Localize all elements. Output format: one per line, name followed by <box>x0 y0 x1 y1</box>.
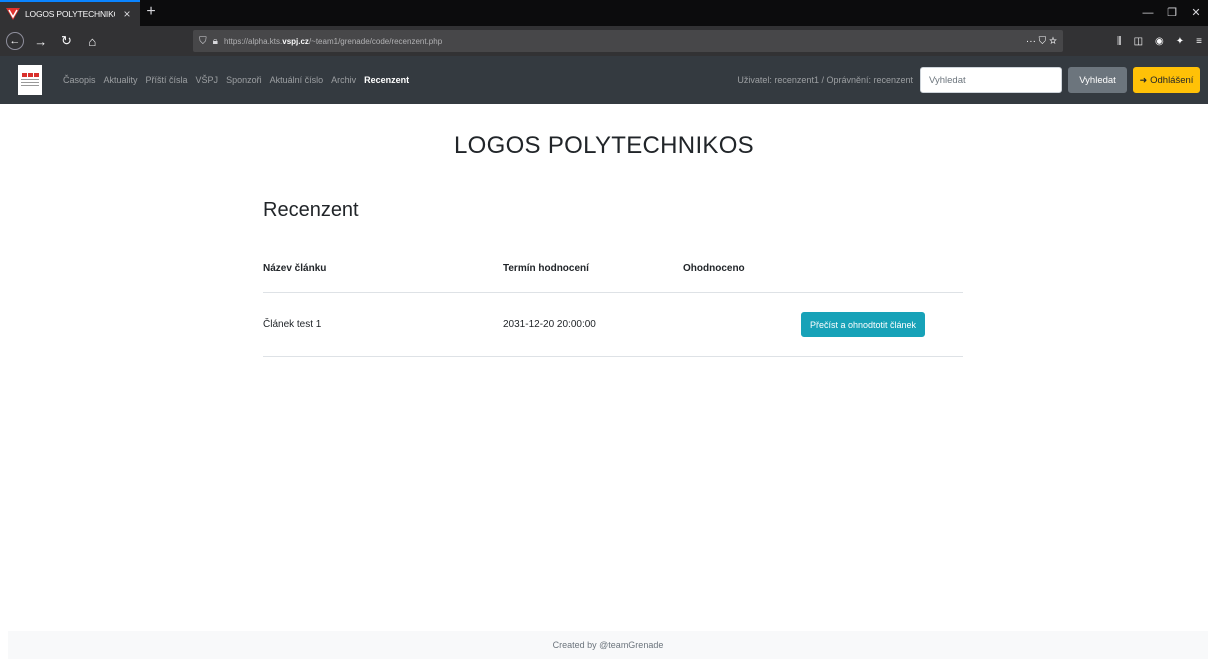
url-actions-icon[interactable]: ··· ⛉ ☆ <box>1026 36 1057 47</box>
cell-action: Přečíst a ohnodtotit článek <box>801 292 963 357</box>
extensions-icon[interactable]: ✦ <box>1176 36 1184 47</box>
nav-link-pristi-cisla[interactable]: Příští čísla <box>146 75 188 85</box>
tab-close-icon[interactable]: × <box>120 7 134 21</box>
url-text[interactable]: https://alpha.kts.vspj.cz/~team1/grenade… <box>224 37 1020 46</box>
restore-icon[interactable]: ❐ <box>1160 0 1184 26</box>
back-icon[interactable]: ← <box>6 32 24 50</box>
search-input[interactable] <box>920 67 1062 93</box>
section-heading: Recenzent <box>263 199 359 221</box>
tab-bar-spacer <box>162 0 1136 26</box>
reviewer-section: Recenzent Název článku Termín hodnocení … <box>263 199 963 357</box>
site-navbar: Časopis Aktuality Příští čísla VŠPJ Spon… <box>0 56 1208 104</box>
nav-link-archiv[interactable]: Archiv <box>331 75 356 85</box>
user-info: Uživatel: recenzent1 / Oprávnění: recenz… <box>737 75 913 85</box>
read-and-rate-button[interactable]: Přečíst a ohnodtotit článek <box>801 312 926 337</box>
minimize-icon[interactable]: — <box>1136 0 1160 26</box>
footer-text: Created by @teamGrenade <box>552 640 664 650</box>
logout-label: Odhlášení <box>1150 74 1194 86</box>
brand-logo[interactable] <box>18 65 42 95</box>
cell-deadline: 2031-12-20 20:00:00 <box>503 292 683 357</box>
nav-links: Časopis Aktuality Příští čísla VŠPJ Spon… <box>63 75 409 85</box>
logout-button[interactable]: ➜ Odhlášení <box>1133 67 1200 93</box>
cell-rated <box>683 292 801 357</box>
browser-toolbar-icons: ⫼ ◫ ◉ ✦ ≡ <box>1117 36 1202 47</box>
sidebar-icon[interactable]: ◫ <box>1134 36 1143 47</box>
forward-icon[interactable]: → <box>32 32 50 50</box>
table-header-row: Název článku Termín hodnocení Ohodnoceno <box>263 247 963 293</box>
lock-icon[interactable]: 🔒︎ <box>213 36 218 47</box>
nav-link-casopis[interactable]: Časopis <box>63 75 96 85</box>
menu-icon[interactable]: ≡ <box>1196 36 1202 47</box>
library-icon[interactable]: ⫼ <box>1117 36 1122 47</box>
nav-link-recenzent[interactable]: Recenzent <box>364 75 409 85</box>
site-favicon-icon <box>6 8 20 20</box>
table-row: Článek test 1 2031-12-20 20:00:00 Přečís… <box>263 292 963 357</box>
footer: Created by @teamGrenade <box>8 631 1208 659</box>
nav-link-aktuality[interactable]: Aktuality <box>104 75 138 85</box>
url-bar[interactable]: ⛉ 🔒︎ https://alpha.kts.vspj.cz/~team1/gr… <box>193 30 1063 52</box>
header-action <box>801 247 963 293</box>
browser-tab-bar: LOGOS POLYTECHNIKOS × + — ❐ ✕ <box>0 0 1208 26</box>
tracking-shield-icon[interactable]: ⛉ <box>199 36 207 47</box>
reload-icon[interactable]: ↻ <box>58 32 76 50</box>
logo-blocks <box>21 73 39 77</box>
nav-link-vspj[interactable]: VŠPJ <box>196 75 219 85</box>
account-icon[interactable]: ◉ <box>1155 36 1164 47</box>
nav-link-aktualni-cislo[interactable]: Aktuální číslo <box>270 75 324 85</box>
header-deadline: Termín hodnocení <box>503 247 683 293</box>
page-title: LOGOS POLYTECHNIKOS <box>454 132 754 159</box>
cell-article-title: Článek test 1 <box>263 292 503 357</box>
header-rated: Ohodnoceno <box>683 247 801 293</box>
search-button[interactable]: Vyhledat <box>1068 67 1127 93</box>
home-icon[interactable]: ⌂ <box>83 32 101 50</box>
tab-title: LOGOS POLYTECHNIKOS <box>25 9 115 19</box>
articles-table: Název článku Termín hodnocení Ohodnoceno… <box>263 247 963 357</box>
new-tab-icon[interactable]: + <box>140 0 162 26</box>
nav-link-sponzori[interactable]: Sponzoři <box>226 75 262 85</box>
close-window-icon[interactable]: ✕ <box>1184 0 1208 26</box>
header-article-title: Název článku <box>263 247 503 293</box>
logo-text-lines <box>21 79 39 87</box>
browser-tab[interactable]: LOGOS POLYTECHNIKOS × <box>0 0 140 26</box>
sign-out-icon: ➜ <box>1139 74 1148 85</box>
browser-toolbar: ← → ↻ ⌂ ⛉ 🔒︎ https://alpha.kts.vspj.cz/~… <box>0 26 1208 56</box>
